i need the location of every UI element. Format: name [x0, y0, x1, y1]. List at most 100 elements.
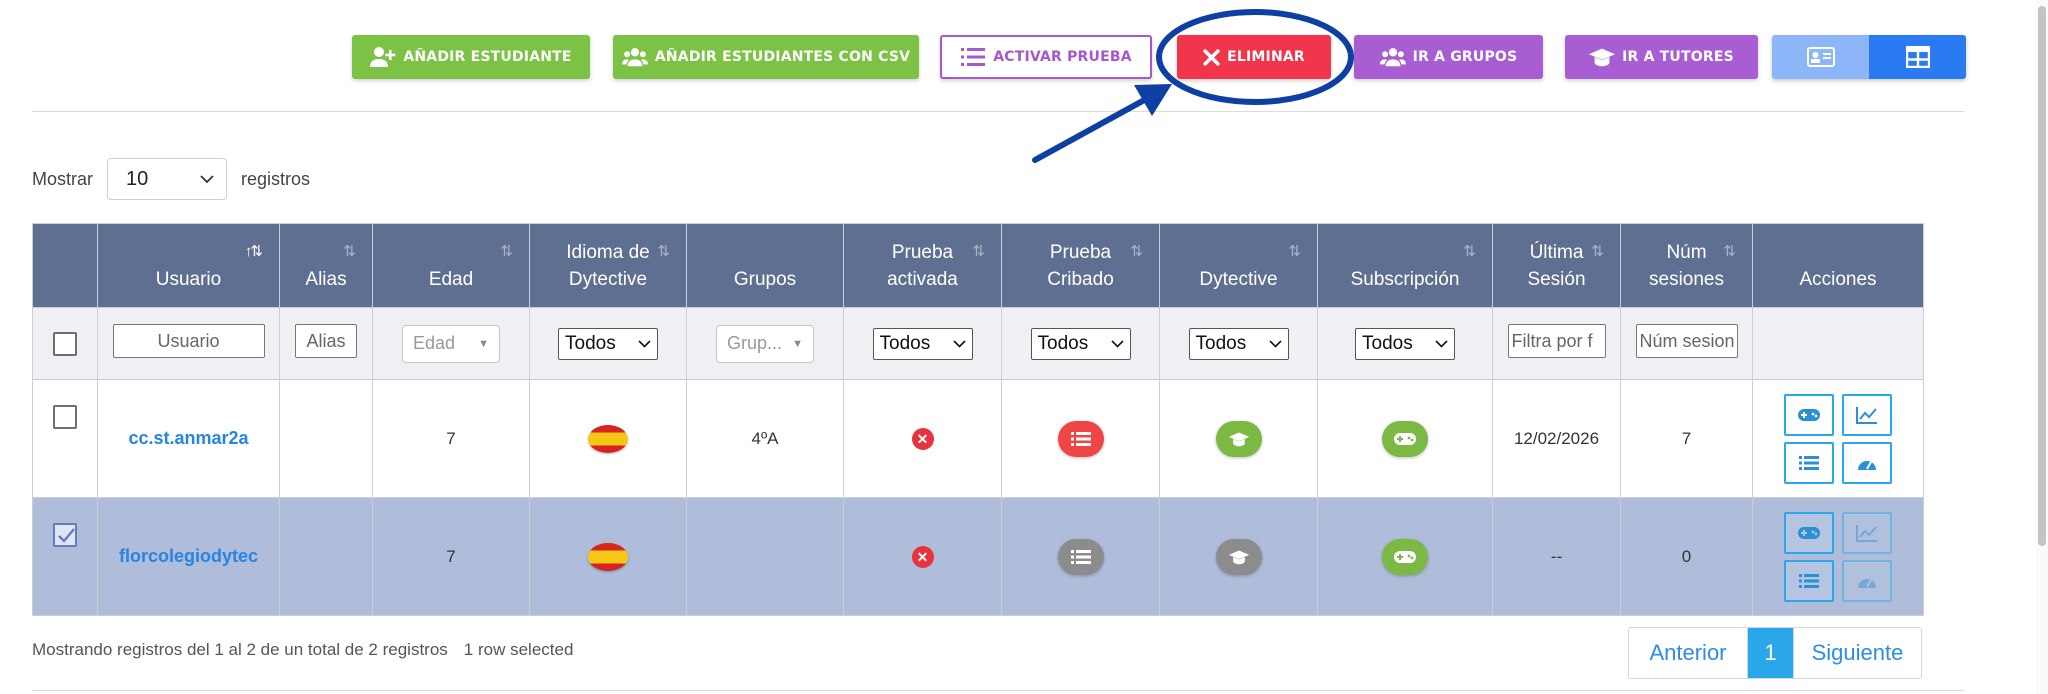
table-view-button[interactable]	[1869, 35, 1966, 79]
num-sessions-filter-input[interactable]: Núm sesion	[1635, 324, 1738, 358]
go-to-tutors-button[interactable]: IR A TUTORES	[1565, 35, 1758, 79]
column-header-dytective[interactable]: ⇅ Dytective	[1159, 223, 1318, 308]
page-length-value: 10	[126, 167, 149, 190]
gamepad-action-button[interactable]	[1784, 393, 1834, 436]
table-info: Mostrando registros del 1 al 2 de un tot…	[32, 640, 573, 660]
graduation-cap-icon[interactable]	[1215, 538, 1262, 575]
chart-action-button[interactable]	[1842, 393, 1892, 436]
close-icon	[1203, 48, 1220, 66]
scrollbar-thumb[interactable]	[2038, 6, 2046, 546]
add-student-label: AÑADIR ESTUDIANTE	[403, 49, 572, 65]
last-session-filter-input[interactable]: Filtra por f	[1507, 324, 1606, 358]
list-action-button[interactable]	[1784, 441, 1834, 484]
add-csv-label: AÑADIR ESTUDIANTES CON CSV	[654, 49, 911, 65]
column-header-alias[interactable]: ⇅ Alias	[279, 223, 373, 308]
add-user-icon	[370, 47, 396, 67]
row-checkbox[interactable]	[53, 404, 77, 429]
screening-list-icon[interactable]	[1057, 538, 1104, 575]
sort-icon: ⇅	[1591, 243, 1604, 260]
sort-icon: ⇅	[343, 243, 356, 260]
line-chart-icon	[1856, 406, 1877, 424]
next-page-button[interactable]: Siguiente	[1793, 628, 1921, 678]
chevron-down-icon	[1110, 339, 1124, 348]
screening-filter-select[interactable]: Todos	[1030, 327, 1131, 360]
alias-cell	[279, 379, 373, 498]
column-header-last-session[interactable]: ⇅ Última Sesión	[1492, 223, 1621, 308]
gauge-icon	[1858, 460, 1876, 470]
chevron-down-icon	[638, 339, 651, 348]
caret-down-icon: ▼	[792, 337, 803, 350]
users-icon	[1379, 48, 1406, 67]
caret-down-icon: ▼	[478, 337, 489, 350]
graduation-cap-icon[interactable]	[1215, 420, 1262, 457]
language-filter-select[interactable]: Todos	[558, 327, 658, 360]
students-table: ↑⇅ Usuario ⇅ Alias ⇅ Edad ⇅ Idioma de Dytecti…	[32, 223, 1924, 616]
test-filter-select[interactable]: Todos	[872, 327, 973, 360]
gauge-icon	[1858, 578, 1876, 588]
age-cell: 7	[372, 379, 530, 498]
user-link[interactable]: cc.st.anmar2a	[128, 428, 248, 448]
user-link[interactable]: florcolegiodytec	[119, 546, 258, 566]
gamepad-action-button[interactable]	[1784, 511, 1834, 554]
selection-info: 1 row selected	[463, 640, 574, 659]
dashboard-action-button[interactable]	[1842, 559, 1892, 602]
column-header-language[interactable]: ⇅ Idioma de Dytective	[529, 223, 687, 308]
alias-filter-input[interactable]: Alias	[295, 324, 357, 358]
dytective-filter-select[interactable]: Todos	[1188, 327, 1289, 360]
user-filter-input[interactable]: Usuario	[112, 324, 265, 358]
chart-action-button[interactable]	[1842, 511, 1892, 554]
annotation-arrow-line	[1032, 95, 1151, 163]
column-header-screening[interactable]: ⇅ Prueba Cribado	[1001, 223, 1160, 308]
row-actions	[1753, 393, 1923, 484]
groups-filter-select[interactable]: Grup... ▼	[716, 324, 814, 363]
group-cell	[686, 497, 844, 616]
row-checkbox[interactable]	[53, 522, 77, 547]
add-students-csv-button[interactable]: AÑADIR ESTUDIANTES CON CSV	[613, 35, 919, 79]
gamepad-icon[interactable]	[1382, 420, 1428, 457]
last-session-cell: 12/02/2026	[1492, 379, 1621, 498]
column-header-test-activated[interactable]: ⇅ Prueba activada	[843, 223, 1002, 308]
column-header-subscription[interactable]: ⇅ Subscripción	[1317, 223, 1493, 308]
column-header-age[interactable]: ⇅ Edad	[372, 223, 530, 308]
go-to-groups-button[interactable]: IR A GRUPOS	[1354, 35, 1543, 79]
age-filter-select[interactable]: Edad ▼	[402, 324, 500, 363]
delete-button[interactable]: ELIMINAR	[1177, 35, 1331, 79]
page-1-button[interactable]: 1	[1747, 628, 1793, 678]
gamepad-icon[interactable]	[1382, 538, 1428, 575]
gamepad-icon	[1798, 408, 1820, 421]
divider	[32, 690, 1964, 691]
page-length-control: Mostrar 10 registros	[32, 158, 310, 200]
card-view-button[interactable]	[1772, 35, 1869, 79]
add-student-button[interactable]: AÑADIR ESTUDIANTE	[352, 35, 590, 79]
list-icon	[1799, 573, 1819, 588]
alias-cell	[279, 497, 373, 616]
students-page: AÑADIR ESTUDIANTE AÑADIR ESTUDIANTES CON…	[0, 0, 2048, 694]
column-header-num-sessions[interactable]: ⇅ Núm sesiones	[1620, 223, 1753, 308]
sessions-cell: 7	[1620, 379, 1753, 498]
divider	[32, 111, 1964, 112]
records-info: Mostrando registros del 1 al 2 de un tot…	[32, 640, 448, 659]
column-header-user[interactable]: ↑⇅ Usuario	[97, 223, 280, 308]
sort-icon: ⇅	[1130, 243, 1143, 260]
activate-test-button[interactable]: ACTIVAR PRUEBA	[940, 35, 1152, 79]
sort-icon: ⇅	[657, 243, 670, 260]
dashboard-action-button[interactable]	[1842, 441, 1892, 484]
scrollbar[interactable]	[2036, 0, 2048, 694]
spain-flag-icon	[588, 542, 628, 571]
activate-test-label: ACTIVAR PRUEBA	[993, 49, 1132, 65]
subscription-filter-select[interactable]: Todos	[1355, 327, 1455, 360]
go-to-tutors-label: IR A TUTORES	[1622, 49, 1734, 65]
select-all-checkbox[interactable]	[53, 331, 77, 356]
view-toggle	[1772, 35, 1966, 79]
column-header-actions: Acciones	[1752, 223, 1924, 308]
screening-list-icon[interactable]	[1057, 420, 1104, 457]
sort-icon: ⇅	[972, 243, 985, 260]
list-action-button[interactable]	[1784, 559, 1834, 602]
list-icon	[961, 48, 986, 66]
page-length-select[interactable]: 10	[107, 158, 228, 200]
last-session-cell: --	[1492, 497, 1621, 616]
chevron-down-icon	[952, 339, 966, 348]
chevron-down-icon	[1268, 339, 1282, 348]
previous-page-button[interactable]: Anterior	[1629, 628, 1747, 678]
row-actions	[1753, 511, 1923, 602]
